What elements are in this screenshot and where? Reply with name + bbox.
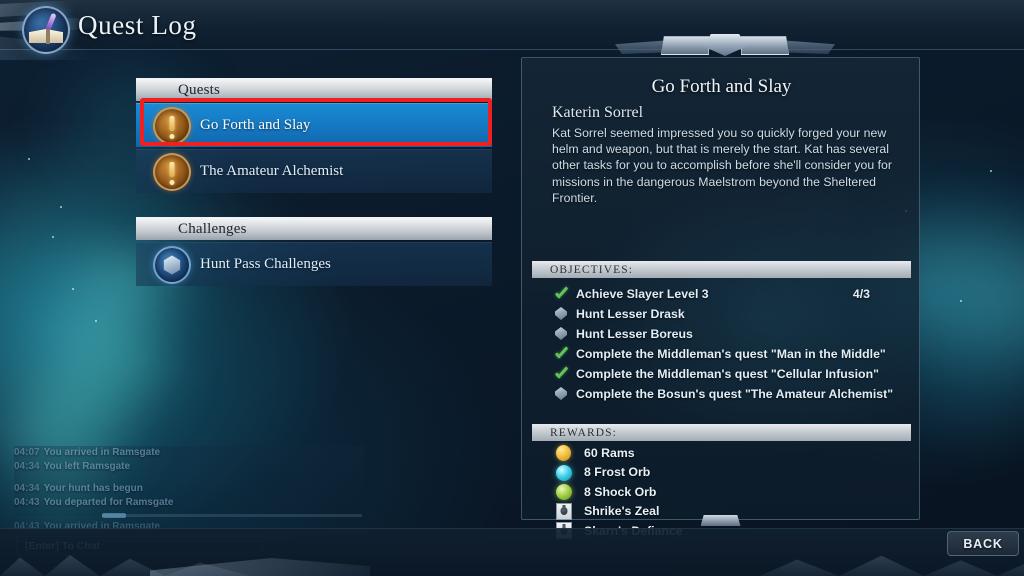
quest-list-item-label: The Amateur Alchemist	[200, 163, 344, 179]
objective-complete-check-icon	[554, 348, 568, 360]
reward-label: 60 Rams	[584, 445, 635, 460]
objective-counter: 4/3	[852, 287, 870, 301]
objective-row: Complete the Bosun's quest "The Amateur …	[552, 384, 912, 404]
gem-glyph	[163, 255, 181, 275]
quest-book-icon	[22, 6, 70, 54]
quest-list-item-label: Hunt Pass Challenges	[200, 256, 331, 272]
star-speck	[28, 158, 30, 160]
chat-timestamp: 04:34	[14, 461, 40, 472]
quest-list-item-the-amateur-alchemist[interactable]: The Amateur Alchemist	[136, 149, 492, 193]
hunt-pass-gem-icon	[153, 246, 191, 284]
objective-label: Achieve Slayer Level 3	[576, 287, 709, 301]
shock-orb-icon	[556, 484, 572, 500]
section-header-challenges: Challenges	[136, 217, 492, 240]
reward-label: 8 Shock Orb	[584, 484, 657, 499]
objective-label: Complete the Middleman's quest "Cellular…	[576, 367, 879, 381]
exclamation-bar	[169, 116, 175, 131]
quest-list-item-label: Go Forth and Slay	[200, 117, 311, 133]
reward-row: 8 Frost Orb	[552, 463, 912, 483]
objective-complete-check-icon	[554, 368, 568, 380]
objectives-header-label: OBJECTIVES:	[550, 263, 634, 276]
reward-label: 8 Frost Orb	[584, 465, 651, 480]
star-speck	[960, 300, 962, 302]
ornament-plate-right	[741, 36, 789, 55]
objective-label: Complete the Middleman's quest "Man in t…	[576, 347, 886, 361]
quest-list-item-go-forth-and-slay[interactable]: Go Forth and Slay	[136, 103, 492, 147]
section-header-label: Quests	[178, 81, 221, 98]
rewards-header: REWARDS:	[532, 424, 911, 441]
page-title: Quest Log	[78, 10, 197, 40]
chat-line: 04:07 You arrived in Ramsgate	[14, 446, 364, 460]
chat-timestamp: 04:34	[14, 483, 40, 494]
quest-list-item-hunt-pass-challenges[interactable]: Hunt Pass Challenges	[136, 242, 492, 286]
star-speck	[60, 206, 62, 208]
quest-description: Kat Sorrel seemed impressed you so quick…	[552, 126, 892, 205]
chat-log[interactable]: 04:07 You arrived in Ramsgate 04:34 You le…	[14, 446, 364, 534]
objective-complete-check-icon	[554, 288, 568, 300]
frost-orb-icon	[556, 464, 572, 481]
reward-row: 8 Shock Orb	[552, 482, 912, 502]
ornament-plate-left	[661, 36, 709, 55]
objective-row: Complete the Middleman's quest "Cellular…	[552, 364, 912, 384]
chat-line: 04:43 You departed for Ramsgate	[14, 496, 364, 510]
star-speck	[72, 288, 74, 290]
book-spine	[46, 29, 50, 44]
back-button[interactable]: BACK	[947, 531, 1019, 556]
objective-label: Hunt Lesser Boreus	[576, 327, 693, 341]
objective-row: Hunt Lesser Boreus	[552, 324, 912, 344]
chat-scrollbar-thumb[interactable]	[102, 513, 126, 518]
chat-scrollbar-track[interactable]	[102, 514, 362, 517]
star-speck	[95, 320, 97, 322]
objective-incomplete-diamond-icon	[555, 327, 567, 340]
section-header-label: Challenges	[178, 220, 247, 237]
exclamation-bar	[169, 162, 175, 177]
quest-exclamation-icon	[153, 107, 191, 145]
objective-label: Hunt Lesser Drask	[576, 307, 685, 321]
chat-line: 04:34 You left Ramsgate	[14, 460, 364, 474]
chat-timestamp: 04:43	[14, 497, 40, 508]
book-page-left	[29, 29, 46, 43]
exclamation-dot	[169, 134, 175, 139]
section-header-quests: Quests	[136, 78, 492, 101]
objective-row: Complete the Middleman's quest "Man in t…	[552, 344, 912, 364]
quest-giver-name: Katerin Sorrel	[552, 104, 644, 121]
cell-card-icon	[556, 502, 572, 520]
chat-message: You left Ramsgate	[43, 461, 131, 472]
quest-exclamation-icon	[153, 153, 191, 191]
objective-incomplete-diamond-icon	[555, 307, 567, 320]
decorative-wave	[150, 557, 370, 576]
quest-detail-panel: Go Forth and Slay Katerin Sorrel Kat Sor…	[521, 57, 920, 539]
star-speck	[52, 236, 54, 238]
objectives-list: Achieve Slayer Level 3 4/3 Hunt Lesser D…	[552, 284, 912, 404]
rams-coin-icon	[556, 445, 571, 461]
chat-timestamp: 04:07	[14, 447, 40, 458]
title-bar: Quest Log	[0, 0, 1024, 60]
ornament-center	[703, 34, 747, 56]
objective-row: Achieve Slayer Level 3 4/3	[552, 284, 912, 304]
back-button-label: BACK	[963, 536, 1003, 551]
top-center-ornament	[615, 34, 835, 56]
chat-line: 04:34 Your hunt has begun	[14, 482, 364, 496]
objective-incomplete-diamond-icon	[555, 387, 567, 400]
objectives-header: OBJECTIVES:	[532, 261, 911, 278]
chat-message: You departed for Ramsgate	[43, 497, 174, 508]
reward-row: 60 Rams	[552, 443, 912, 463]
bottom-bar	[0, 528, 1024, 576]
rewards-list: 60 Rams 8 Frost Orb 8 Shock Orb Shrike's…	[552, 443, 912, 541]
quest-detail-title: Go Forth and Slay	[651, 76, 792, 97]
exclamation-dot	[169, 180, 175, 185]
reward-label: Shrike's Zeal	[584, 504, 660, 519]
reward-row: Shrike's Zeal	[552, 502, 912, 522]
objective-label: Complete the Bosun's quest "The Amateur …	[576, 387, 894, 401]
rewards-header-label: REWARDS:	[550, 426, 617, 439]
chat-message: Your hunt has begun	[43, 483, 143, 494]
objective-row: Hunt Lesser Drask	[552, 304, 912, 324]
quest-list-panel: Quests Go Forth and Slay The Amateur Alc…	[136, 78, 492, 286]
chat-message: You arrived in Ramsgate	[43, 447, 161, 458]
star-speck	[990, 170, 992, 172]
